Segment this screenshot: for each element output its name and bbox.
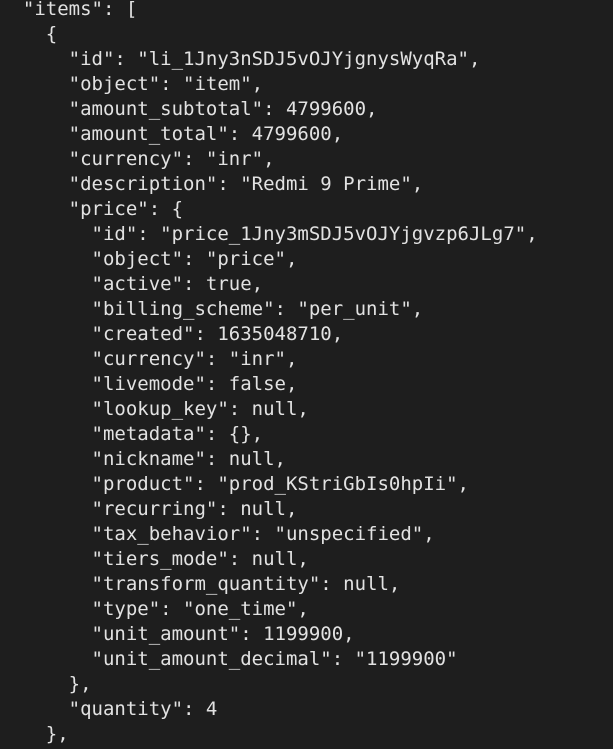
code-line: "active": true,: [0, 273, 264, 295]
code-line: "lookup_key": null,: [0, 398, 309, 420]
code-line: "amount_total": 4799600,: [0, 123, 344, 145]
code-line: "billing_scheme": "per_unit",: [0, 298, 424, 320]
code-line: "object": "item",: [0, 73, 264, 95]
code-line: "quantity": 4: [0, 698, 218, 720]
code-line: {: [0, 23, 58, 45]
code-line: "items": [: [0, 0, 138, 20]
code-line: "price": {: [0, 198, 184, 220]
code-line: "tiers_mode": null,: [0, 548, 309, 570]
code-line: "object": "price",: [0, 248, 298, 270]
code-line: "livemode": false,: [0, 373, 298, 395]
code-line: "transform_quantity": null,: [0, 573, 401, 595]
code-line: "tax_behavior": "unspecified",: [0, 523, 435, 545]
code-line: "unit_amount": 1199900,: [0, 623, 355, 645]
code-line: "recurring": null,: [0, 498, 298, 520]
code-line: },: [0, 673, 92, 695]
code-line: "id": "price_1Jny3mSDJ5vOJYjgvzp6JLg7",: [0, 223, 538, 245]
code-line: "type": "one_time",: [0, 598, 309, 620]
code-editor: "items": [ { "id": "li_1Jny3nSDJ5vOJYjgn…: [0, 0, 613, 749]
code-line: "id": "li_1Jny3nSDJ5vOJYjgnysWyqRa",: [0, 48, 481, 70]
code-line: "metadata": {},: [0, 423, 264, 445]
code-line: "product": "prod_KStriGbIs0hpIi",: [0, 473, 470, 495]
code-line: "amount_subtotal": 4799600,: [0, 98, 378, 120]
code-line: "unit_amount_decimal": "1199900": [0, 648, 458, 670]
code-line: "currency": "inr",: [0, 148, 275, 170]
code-line: "created": 1635048710,: [0, 323, 344, 345]
code-line: "nickname": null,: [0, 448, 286, 470]
code-line: },: [0, 723, 69, 745]
code-line: "description": "Redmi 9 Prime",: [0, 173, 424, 195]
code-line: "currency": "inr",: [0, 348, 298, 370]
